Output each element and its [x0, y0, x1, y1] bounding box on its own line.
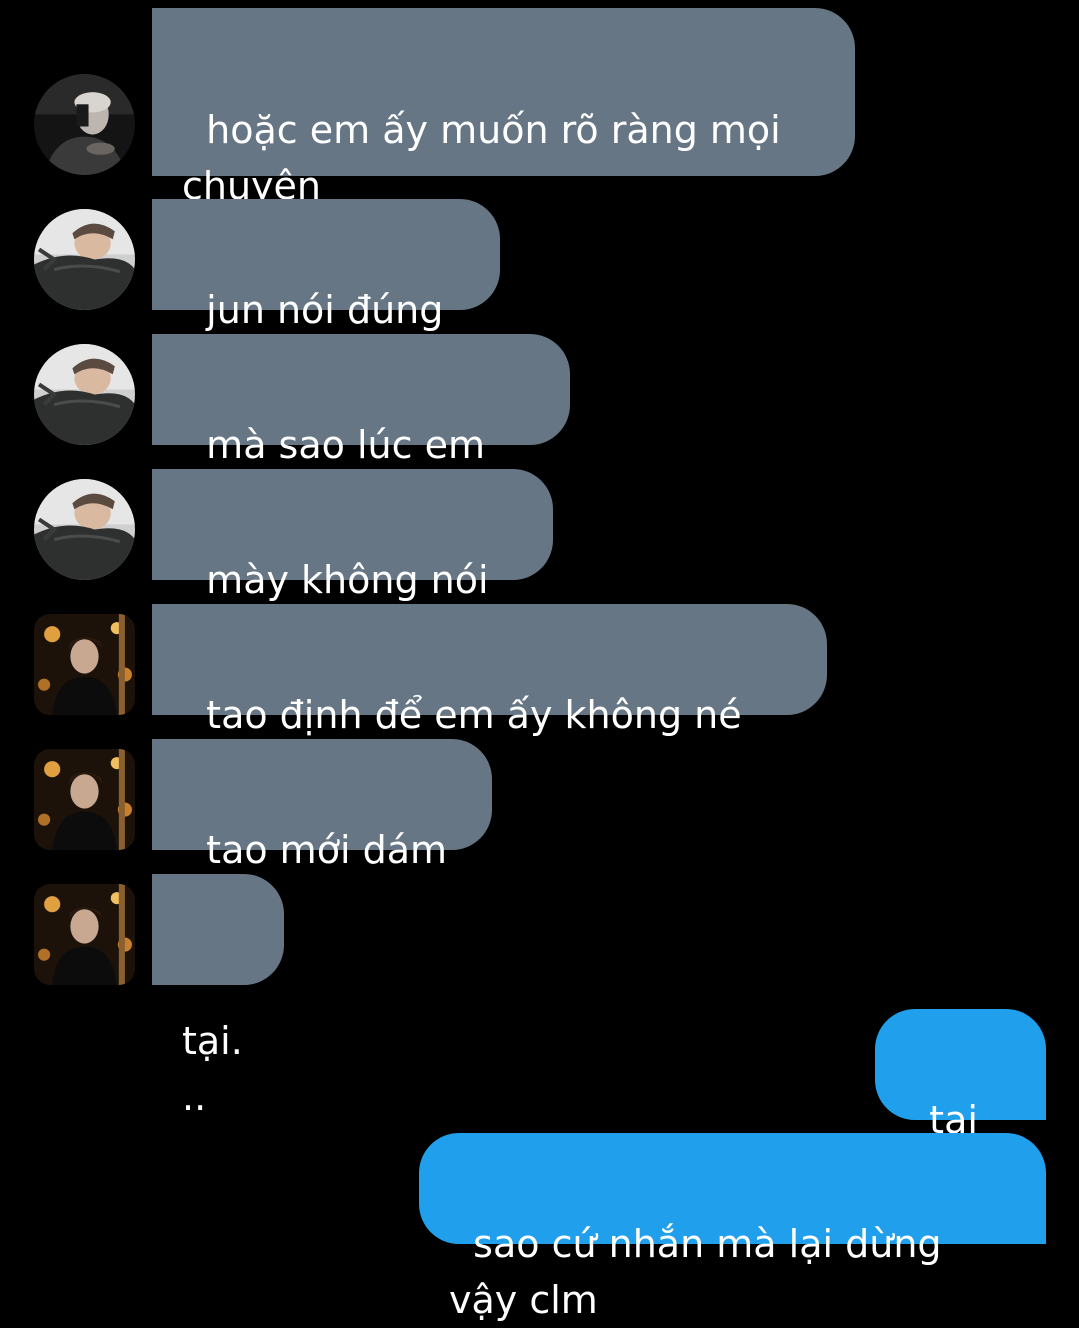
incoming-message-bubble[interactable]: tao định để em ấy không né tao nữa [152, 604, 827, 793]
incoming-message-bubble[interactable]: mà sao lúc em ấy hỏi [152, 334, 570, 523]
incoming-message-bubble[interactable]: tao mới dám nói [152, 739, 492, 928]
sender-avatar[interactable] [34, 479, 135, 580]
avatar-photo-night-lights-portrait [34, 614, 135, 715]
avatar-photo-hoodie-face-cover [34, 209, 135, 310]
avatar-photo-night-lights-portrait [34, 749, 135, 850]
avatar-photo-night-lights-portrait [34, 884, 135, 985]
message-text: tại... [182, 1019, 243, 1119]
sender-avatar[interactable] [34, 614, 135, 715]
avatar-photo-dark-mirror-selfie [34, 74, 135, 175]
message-text: sao cứ nhắn mà lại dừng vậy clm [449, 1222, 954, 1322]
incoming-message-bubble[interactable]: hoặc em ấy muốn rõ ràng mọi chuyện [152, 8, 855, 208]
incoming-message-bubble[interactable]: tại... [152, 874, 284, 1119]
avatar-photo-hoodie-face-cover [34, 344, 135, 445]
sender-avatar[interactable] [34, 74, 135, 175]
incoming-message-bubble[interactable]: mày không nói luôn [152, 469, 553, 658]
sender-avatar[interactable] [34, 344, 135, 445]
sender-avatar[interactable] [34, 749, 135, 850]
sender-avatar[interactable] [34, 884, 135, 985]
sender-avatar[interactable] [34, 209, 135, 310]
incoming-message-bubble[interactable]: jun nói đúng đấy [152, 199, 500, 388]
message-text: hoặc em ấy muốn rõ ràng mọi chuyện [182, 108, 781, 208]
outgoing-message-bubble[interactable]: tại sao [875, 1009, 1046, 1198]
outgoing-message-bubble[interactable]: sao cứ nhắn mà lại dừng vậy clm [419, 1133, 1046, 1322]
avatar-photo-hoodie-face-cover [34, 479, 135, 580]
